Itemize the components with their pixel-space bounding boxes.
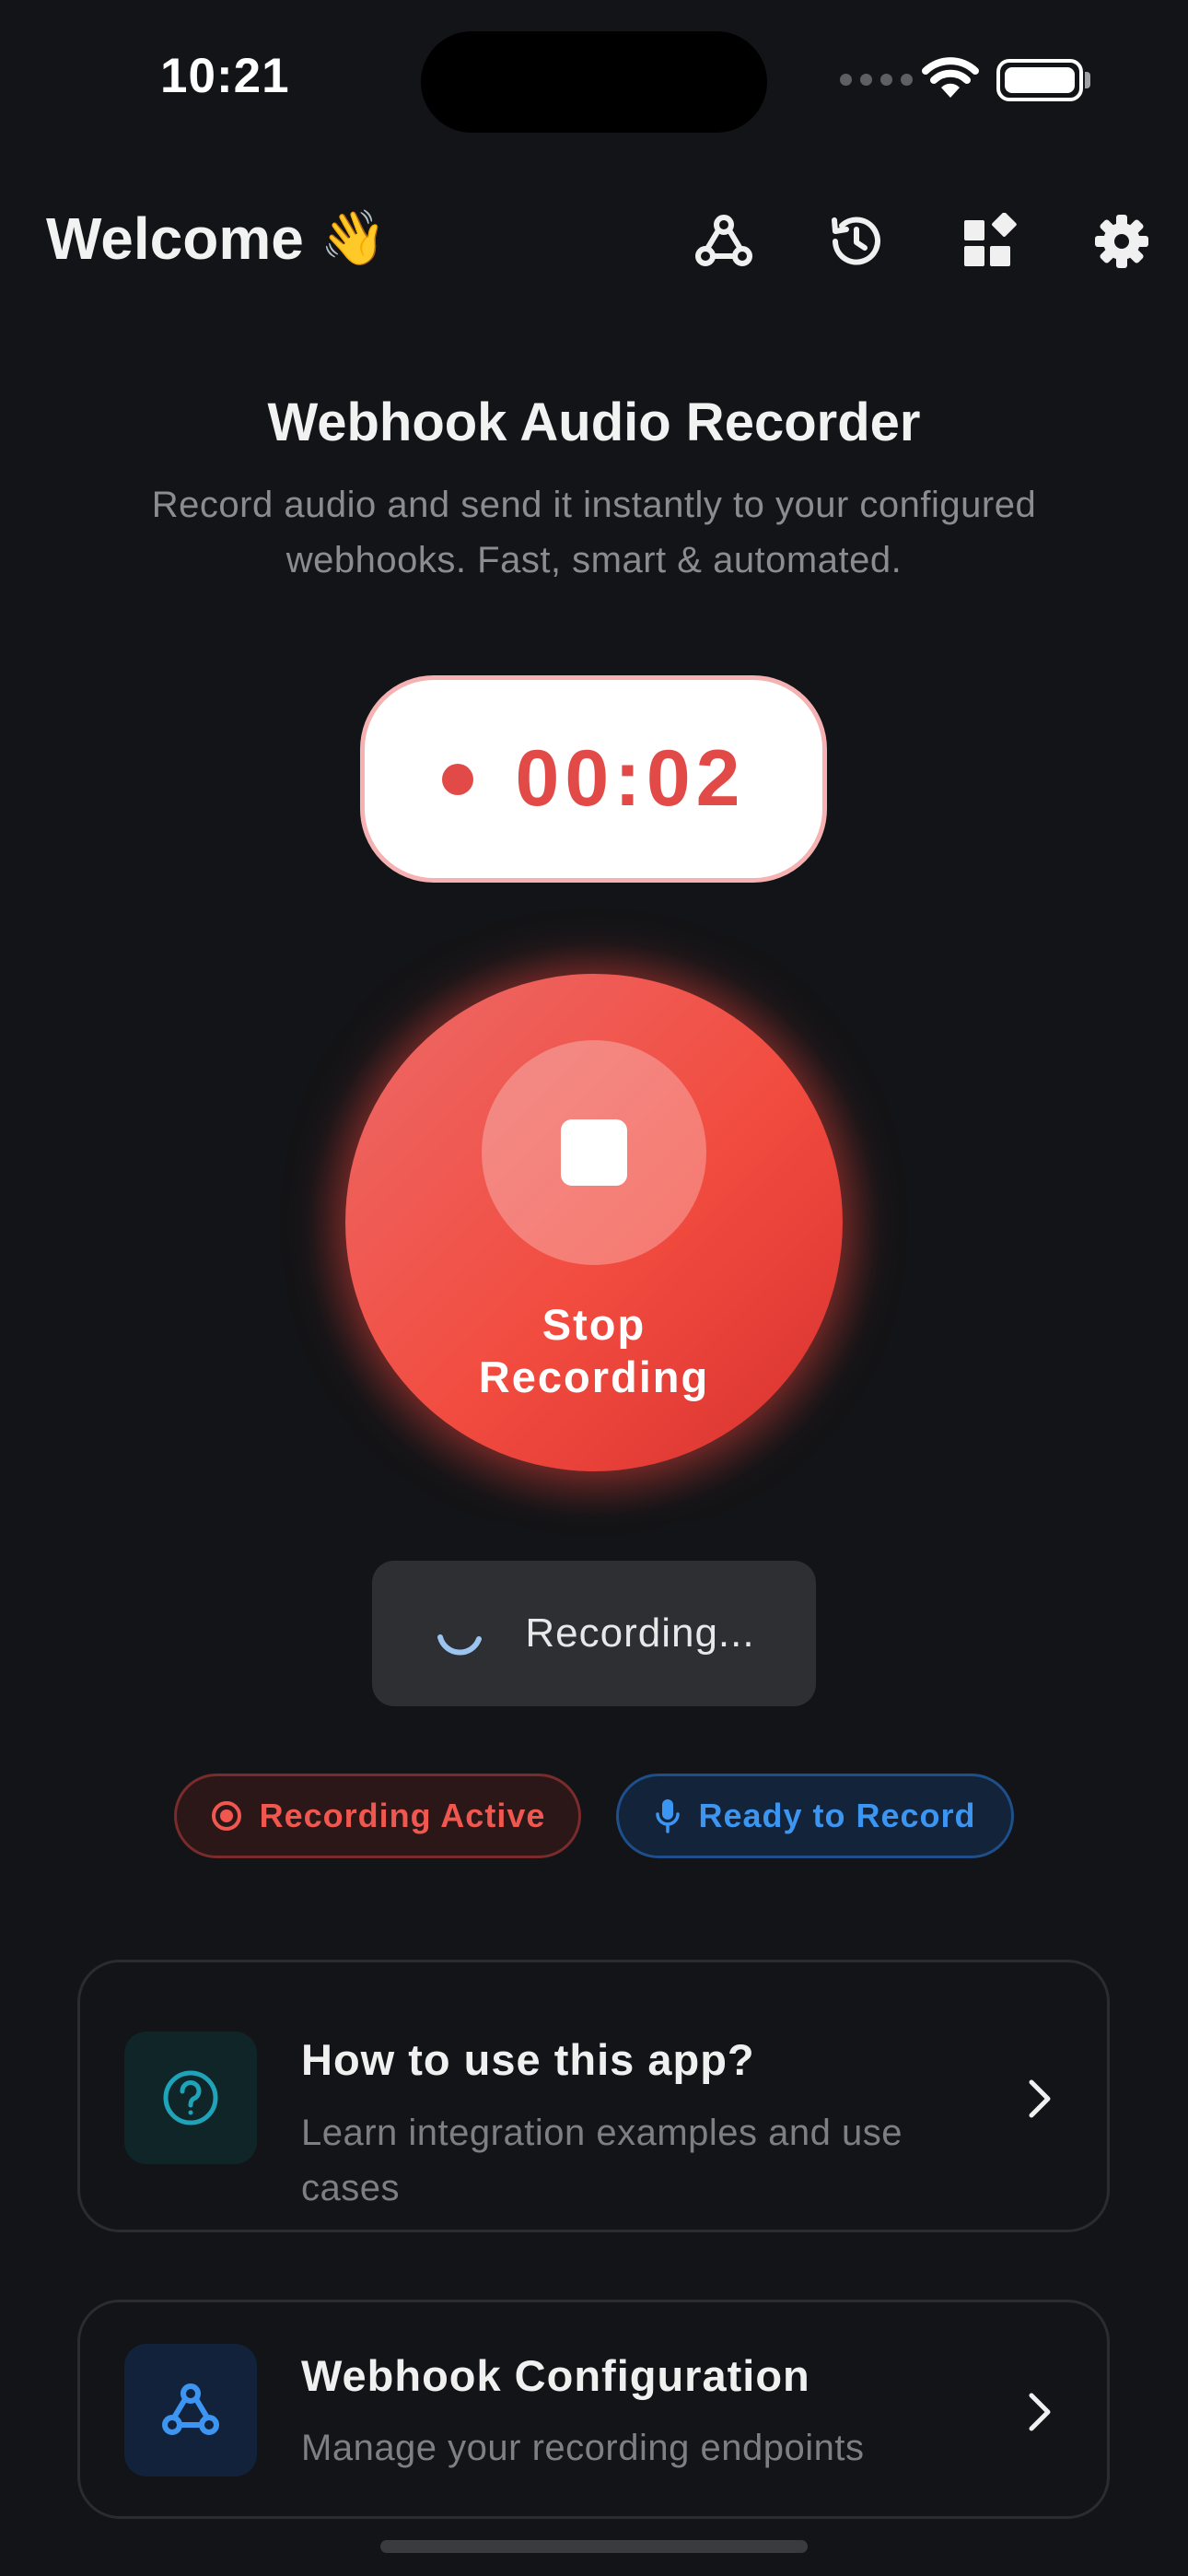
recording-active-label: Recording Active: [259, 1797, 546, 1834]
webhook-configuration-description: Manage your recording endpoints: [301, 2428, 865, 2468]
recording-status-text: Recording...: [525, 1610, 755, 1656]
webhook-config-icon: [124, 2344, 257, 2476]
wifi-icon: [922, 57, 979, 98]
loading-spinner-icon: [437, 1634, 483, 1656]
microphone-icon: [656, 1799, 681, 1833]
page-subtitle: Record audio and send it instantly to yo…: [151, 485, 1037, 580]
recording-status-pill: Recording...: [372, 1561, 816, 1706]
webhook-configuration-card[interactable]: Webhook Configuration Manage your record…: [77, 2300, 1110, 2519]
widgets-icon[interactable]: [956, 208, 1022, 275]
page-title: Webhook Audio Recorder: [267, 392, 921, 452]
battery-icon: [996, 59, 1083, 101]
stop-recording-button[interactable]: Stop Recording: [345, 974, 843, 1471]
settings-icon[interactable]: [1089, 208, 1155, 275]
webhook-icon[interactable]: [691, 208, 757, 275]
recording-active-badge: Recording Active: [174, 1774, 581, 1858]
recording-dot-icon: [441, 763, 473, 795]
record-icon: [211, 1801, 241, 1831]
stop-recording-label: Stop Recording: [478, 1300, 710, 1401]
how-to-use-description: Learn integration examples and use cases: [301, 2113, 903, 2208]
cellular-signal-icon: [840, 74, 913, 86]
wave-emoji: 👋: [320, 208, 388, 268]
how-to-use-card[interactable]: How to use this app? Learn integration e…: [77, 1960, 1110, 2232]
history-icon[interactable]: [823, 208, 890, 275]
home-indicator[interactable]: [380, 2540, 808, 2553]
ready-to-record-label: Ready to Record: [698, 1797, 976, 1834]
dynamic-island: [421, 31, 767, 133]
webhook-configuration-title: Webhook Configuration: [301, 2351, 810, 2400]
stop-icon: [561, 1119, 627, 1186]
status-time: 10:21: [160, 49, 290, 103]
chevron-right-icon: [1017, 2389, 1063, 2435]
recording-timer: 00:02: [360, 675, 827, 883]
how-to-use-title: How to use this app?: [301, 2035, 755, 2084]
welcome-text: Welcome: [46, 205, 304, 272]
app-screen: 10:21 Welcome 👋 Webhook Audio Recorder R…: [0, 0, 1188, 2576]
welcome-heading: Welcome 👋: [46, 205, 387, 273]
timer-value: 00:02: [515, 734, 746, 823]
stop-icon-circle: [482, 1040, 706, 1265]
battery-tip: [1085, 72, 1090, 88]
chevron-right-icon: [1017, 2076, 1063, 2122]
ready-to-record-badge: Ready to Record: [616, 1774, 1014, 1858]
help-icon: [124, 2032, 257, 2164]
